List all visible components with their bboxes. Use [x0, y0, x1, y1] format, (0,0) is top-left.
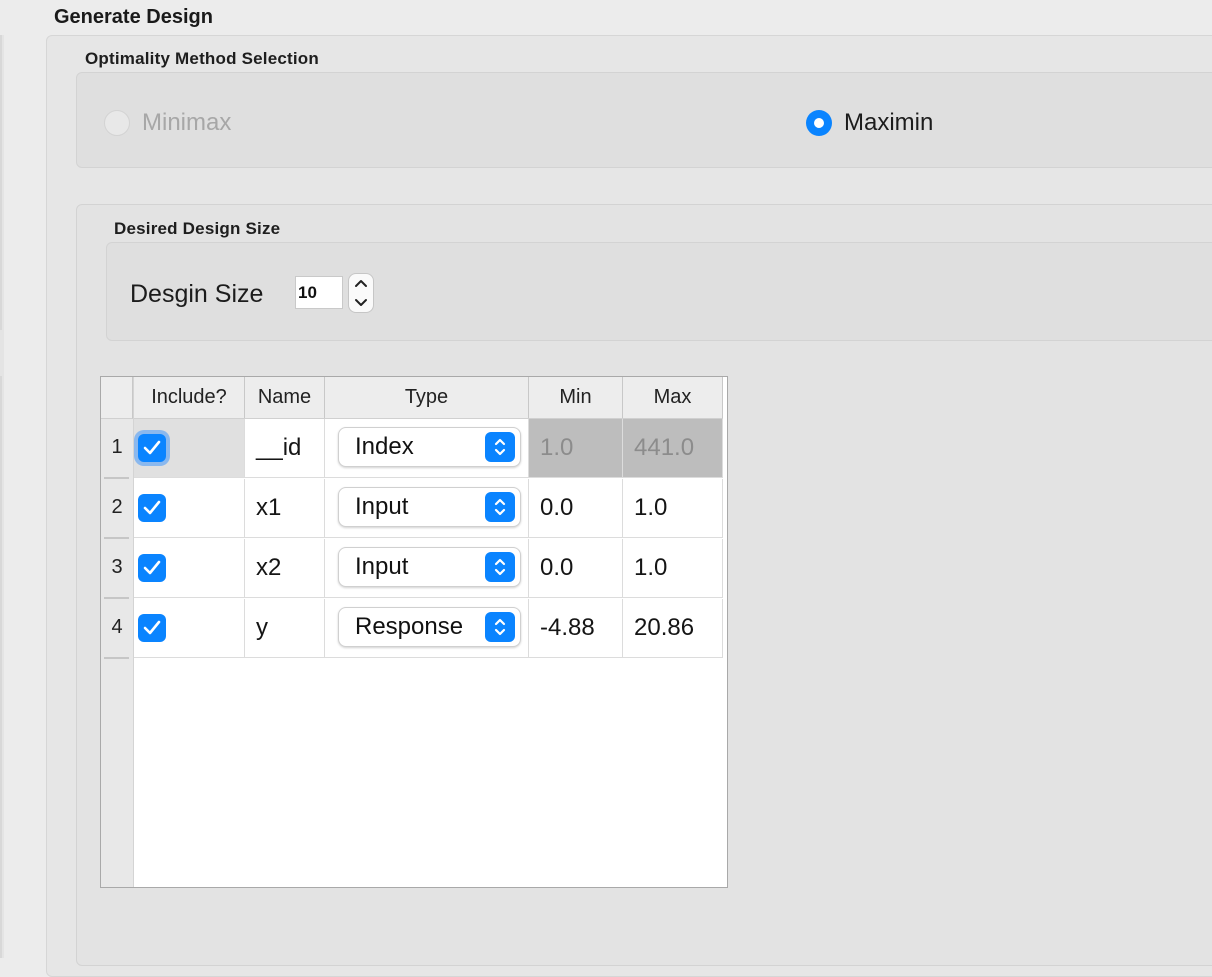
column-header-include[interactable]: Include?	[134, 377, 245, 418]
checkmark-icon	[143, 440, 161, 455]
type-select[interactable]: Input	[338, 487, 521, 527]
include-checkbox[interactable]	[138, 494, 166, 522]
checkmark-icon	[143, 620, 161, 635]
include-cell	[134, 539, 245, 598]
name-cell[interactable]: __id	[245, 419, 325, 478]
radio-minimax-indicator[interactable]	[104, 110, 130, 136]
column-header-max[interactable]: Max	[623, 377, 723, 418]
left-pane-divider	[0, 376, 2, 958]
type-select[interactable]: Index	[338, 427, 521, 467]
type-select-value: Index	[355, 433, 414, 460]
design-size-stepper[interactable]	[348, 273, 374, 313]
design-size-group-label: Desired Design Size	[114, 219, 281, 238]
design-size-box	[106, 242, 1212, 341]
design-size-input[interactable]: 10	[295, 276, 343, 309]
updown-chevron-icon	[485, 612, 515, 642]
optimality-group-label: Optimality Method Selection	[85, 49, 319, 68]
min-cell[interactable]: 0.0	[529, 539, 623, 598]
max-cell: 441.0	[623, 419, 723, 478]
row-separator	[104, 477, 129, 479]
updown-chevron-icon	[485, 552, 515, 582]
row-separator	[104, 657, 129, 659]
max-cell[interactable]: 20.86	[623, 599, 723, 658]
stepper-down-icon[interactable]	[349, 293, 373, 312]
type-select[interactable]: Input	[338, 547, 521, 587]
page-title: Generate Design	[54, 6, 213, 28]
include-cell	[134, 419, 245, 478]
row-separator	[104, 597, 129, 599]
table-header: Include? Name Type Min Max	[134, 377, 723, 419]
type-select-value: Response	[355, 613, 464, 640]
updown-chevron-icon	[485, 432, 515, 462]
table-corner	[101, 377, 133, 419]
type-select-value: Input	[355, 553, 409, 580]
checkmark-icon	[143, 500, 161, 515]
include-checkbox[interactable]	[138, 434, 166, 462]
name-cell[interactable]: x2	[245, 539, 325, 598]
max-cell[interactable]: 1.0	[623, 539, 723, 598]
column-header-type[interactable]: Type	[325, 377, 529, 418]
optimality-box	[76, 72, 1212, 168]
row-number: 1	[111, 436, 123, 458]
row-number: 2	[111, 496, 123, 518]
checkmark-icon	[143, 560, 161, 575]
include-checkbox[interactable]	[138, 554, 166, 582]
radio-maximin-label: Maximin	[844, 109, 934, 136]
include-checkbox[interactable]	[138, 614, 166, 642]
min-cell[interactable]: -4.88	[529, 599, 623, 658]
type-select-value: Input	[355, 493, 409, 520]
type-select[interactable]: Response	[338, 607, 521, 647]
design-size-label: Desgin Size	[130, 280, 264, 308]
radio-minimax-label: Minimax	[142, 109, 232, 136]
name-cell[interactable]: x1	[245, 479, 325, 538]
row-separator	[104, 537, 129, 539]
left-pane-divider	[0, 35, 2, 330]
radio-minimax[interactable]: Minimax	[104, 109, 231, 137]
row-number: 4	[111, 616, 123, 638]
updown-chevron-icon	[485, 492, 515, 522]
max-cell[interactable]: 1.0	[623, 479, 723, 538]
name-cell[interactable]: y	[245, 599, 325, 658]
include-cell	[134, 599, 245, 658]
include-cell	[134, 479, 245, 538]
radio-maximin[interactable]: Maximin	[806, 109, 933, 137]
stepper-up-icon[interactable]	[349, 274, 373, 293]
min-cell[interactable]: 0.0	[529, 479, 623, 538]
column-header-name[interactable]: Name	[245, 377, 325, 418]
column-header-min[interactable]: Min	[529, 377, 623, 418]
row-number: 3	[111, 556, 123, 578]
min-cell: 1.0	[529, 419, 623, 478]
radio-maximin-indicator[interactable]	[806, 110, 832, 136]
